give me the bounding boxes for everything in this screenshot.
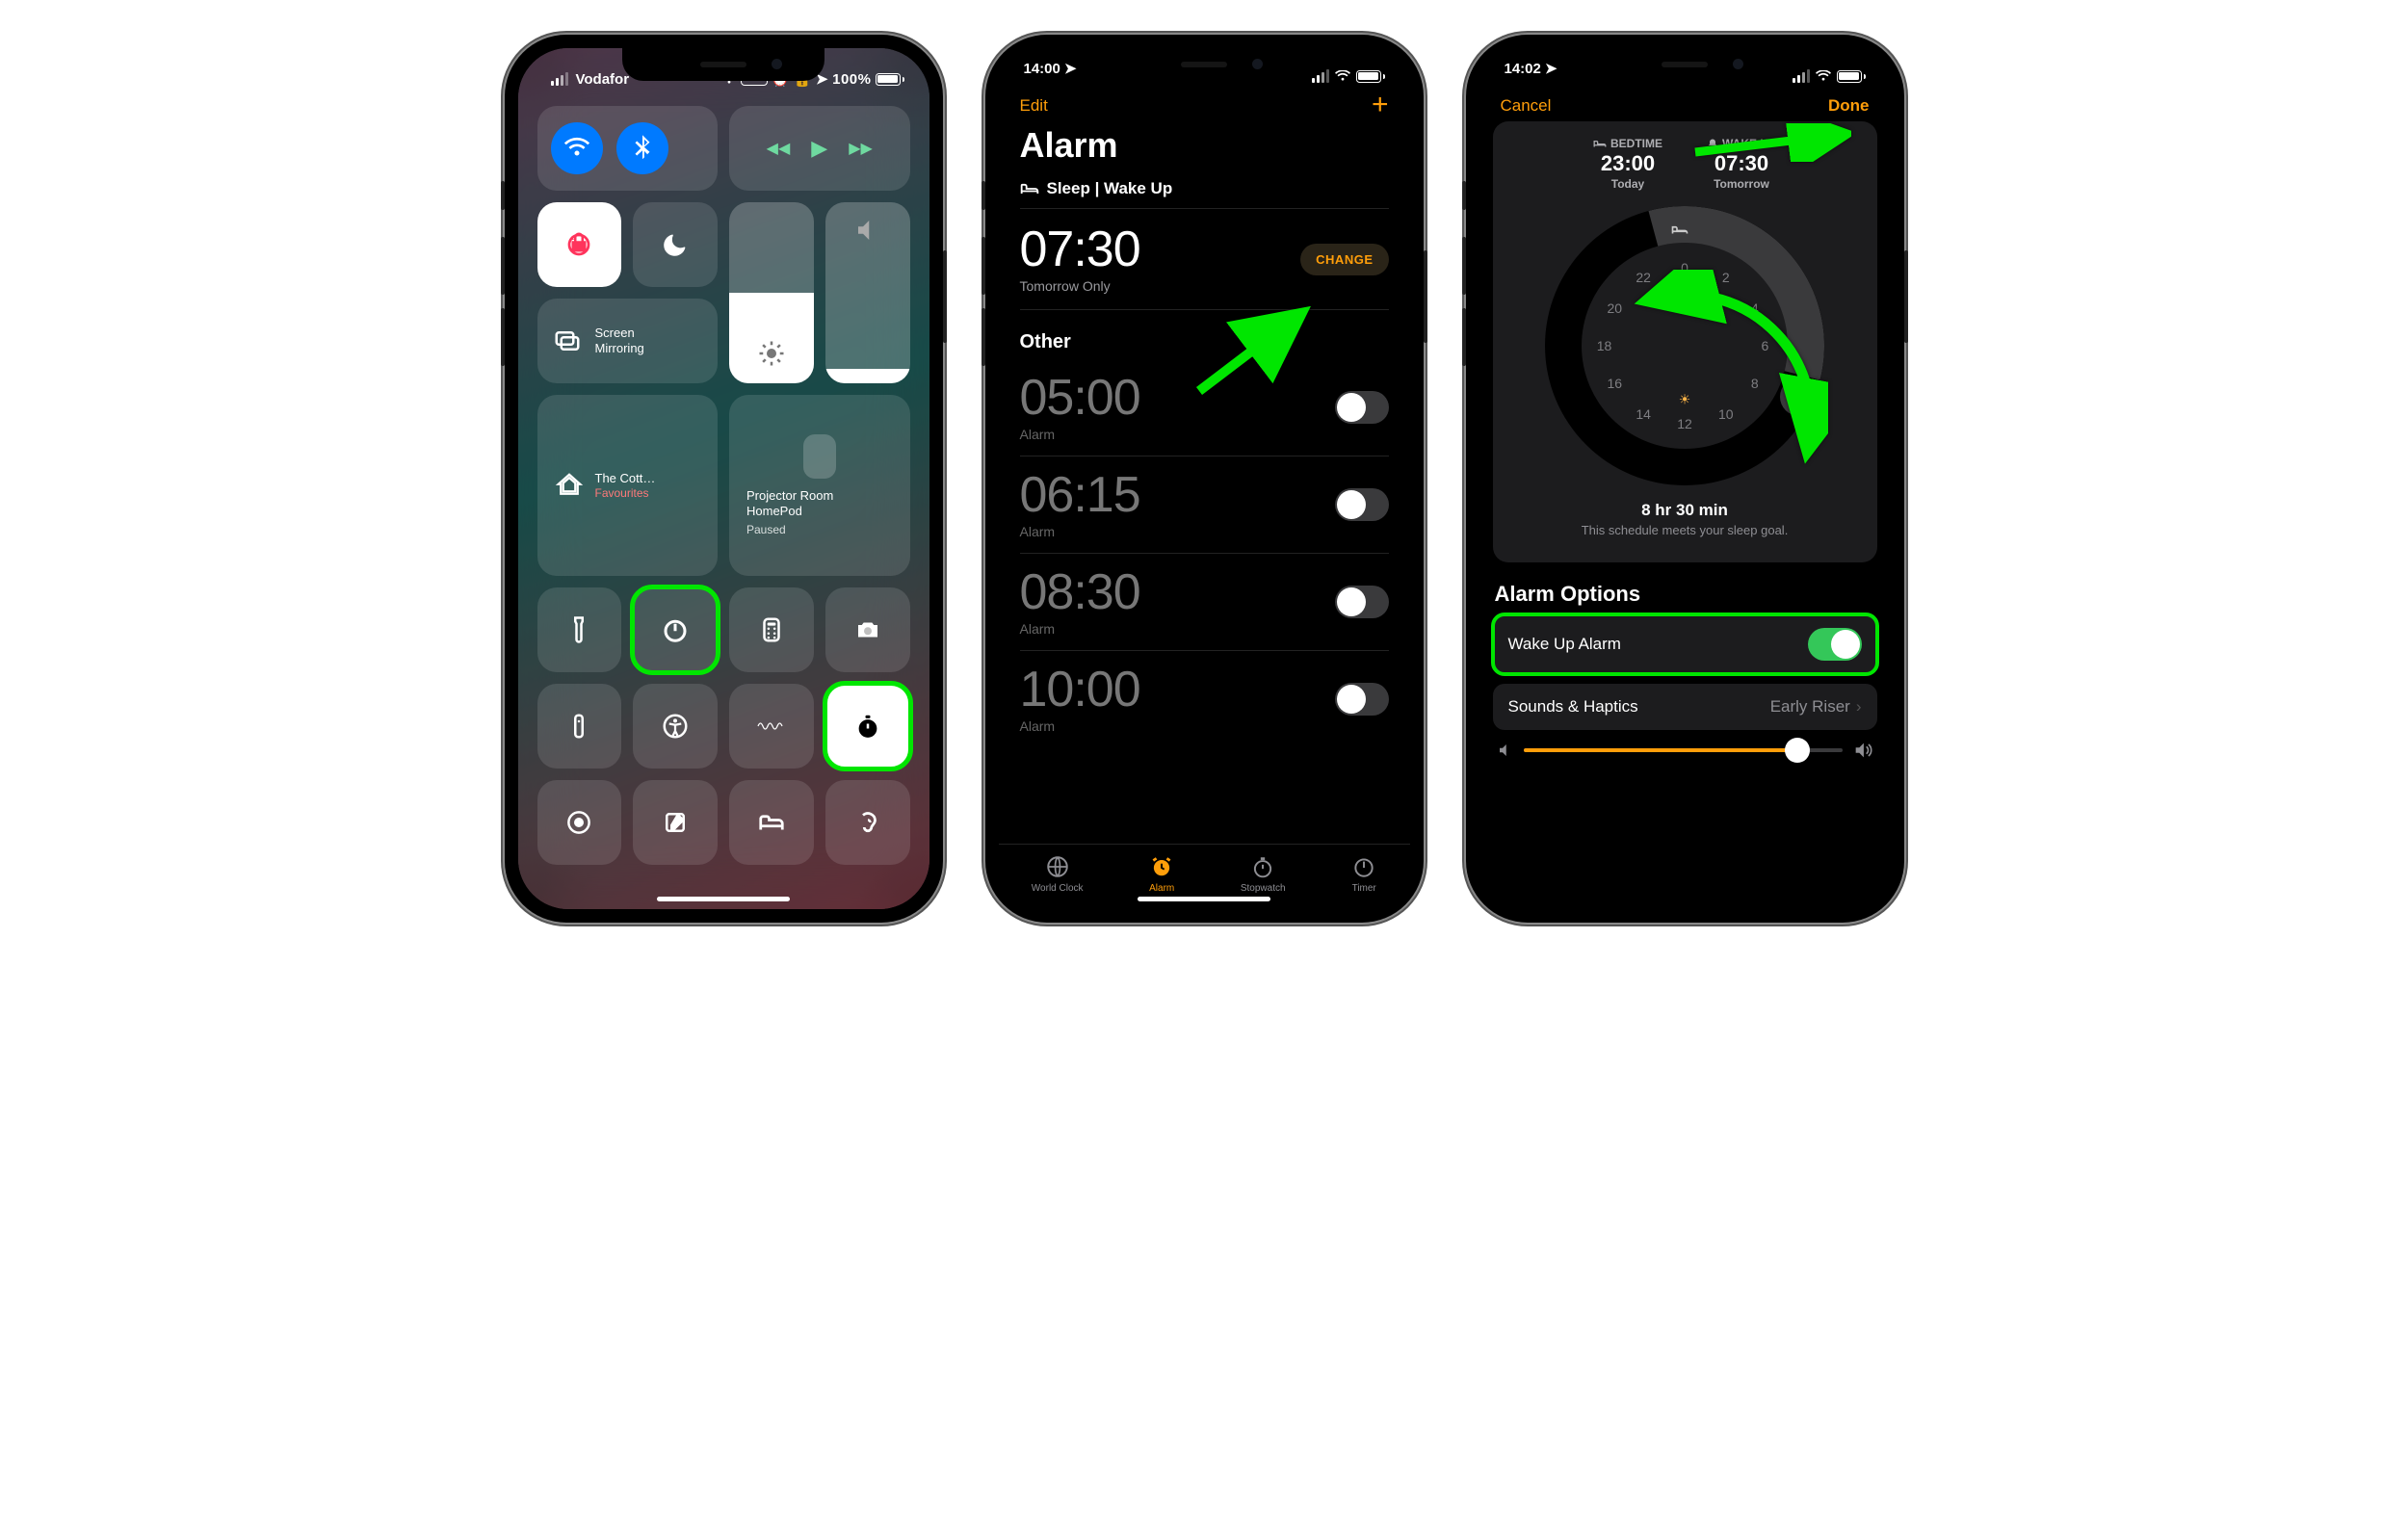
alarm-row[interactable]: 06:15Alarm: [1020, 456, 1389, 554]
bedtime-column: BEDTIME 23:00 Today: [1593, 137, 1662, 191]
do-not-disturb-tile[interactable]: [633, 202, 718, 287]
alarm-toggle[interactable]: [1335, 683, 1389, 716]
volume-slider[interactable]: [1524, 748, 1843, 752]
iphone-control-center: Vodafor VPN ⏰ 🔒 ➤ 100%: [505, 35, 943, 923]
rewind-icon[interactable]: ◀◀: [767, 139, 791, 158]
iphone-bedtime-edit: 14:02 ➤ Cancel Done BEDTIME: [1466, 35, 1904, 923]
alarm-toggle[interactable]: [1335, 391, 1389, 424]
battery-percent: 100%: [832, 71, 871, 88]
battery-icon: [876, 73, 904, 86]
calculator-tile[interactable]: [729, 587, 814, 672]
bluetooth-toggle[interactable]: [616, 122, 668, 174]
tab-stopwatch[interactable]: Stopwatch: [1241, 854, 1286, 894]
duration-label: 8 hr 30 min: [1493, 501, 1877, 520]
volume-slider[interactable]: [825, 202, 910, 383]
volume-row[interactable]: [1479, 730, 1891, 761]
screen-record-tile[interactable]: [537, 780, 622, 865]
orientation-lock-tile[interactable]: [537, 202, 622, 287]
tab-world-clock[interactable]: World Clock: [1032, 854, 1084, 894]
iphone-alarm-list: 14:00 ➤ Edit + Alarm Sleep | Wake Up: [985, 35, 1424, 923]
bedtime-tile[interactable]: [729, 780, 814, 865]
wifi-icon: [1335, 70, 1350, 82]
camera-tile[interactable]: [825, 587, 910, 672]
voice-memos-tile[interactable]: [729, 684, 814, 769]
annotation-curved-arrow: [1616, 270, 1828, 486]
timer-tile[interactable]: [633, 587, 718, 672]
cancel-button[interactable]: Cancel: [1501, 96, 1552, 116]
play-icon[interactable]: ▶: [811, 136, 827, 161]
change-button[interactable]: CHANGE: [1300, 244, 1388, 275]
sleep-section-header: Sleep | Wake Up: [1020, 175, 1389, 209]
wake-up-alarm-toggle[interactable]: [1808, 628, 1862, 661]
done-button[interactable]: Done: [1828, 96, 1870, 116]
wake-subtitle: Tomorrow Only: [1020, 278, 1140, 294]
volume-low-icon: [1497, 742, 1514, 759]
forward-icon[interactable]: ▶▶: [849, 139, 873, 158]
screen-mirroring-tile[interactable]: Screen Mirroring: [537, 299, 719, 383]
notes-tile[interactable]: [633, 780, 718, 865]
alarm-options-header: Alarm Options: [1479, 562, 1891, 614]
media-controls-tile[interactable]: ◀◀ ▶ ▶▶: [729, 106, 910, 191]
accessibility-tile[interactable]: [633, 684, 718, 769]
tab-alarm[interactable]: Alarm: [1149, 854, 1174, 894]
chevron-right-icon: ›: [1856, 697, 1862, 717]
wifi-icon: [1816, 70, 1831, 82]
battery-icon: [1837, 70, 1866, 83]
goal-message: This schedule meets your sleep goal.: [1493, 523, 1877, 537]
bedtime-icon: [1593, 139, 1607, 148]
wifi-toggle[interactable]: [551, 122, 603, 174]
page-title: Alarm: [999, 117, 1410, 175]
alarm-toggle[interactable]: [1335, 488, 1389, 521]
annotation-arrow: [1190, 304, 1315, 405]
edit-button[interactable]: Edit: [1020, 96, 1048, 116]
cellular-signal-icon: [551, 72, 568, 86]
alarm-toggle[interactable]: [1335, 586, 1389, 618]
add-alarm-button[interactable]: +: [1372, 96, 1389, 116]
hearing-tile[interactable]: [825, 780, 910, 865]
connectivity-tile[interactable]: [537, 106, 719, 191]
volume-high-icon: [1852, 740, 1873, 761]
sounds-haptics-row[interactable]: Sounds & Haptics Early Riser›: [1493, 684, 1877, 730]
cellular-signal-icon: [1312, 69, 1329, 83]
brightness-slider[interactable]: [729, 202, 814, 383]
stopwatch-tile[interactable]: [825, 684, 910, 769]
homepod-tile[interactable]: Projector Room HomePod Paused: [729, 395, 910, 576]
flashlight-tile[interactable]: [537, 587, 622, 672]
homekit-favourite-tile[interactable]: The Cott… Favourites: [537, 395, 719, 576]
tab-timer[interactable]: Timer: [1351, 854, 1376, 894]
cellular-signal-icon: [1793, 69, 1810, 83]
annotation-arrow: [1688, 123, 1851, 167]
carrier-name: Vodafor: [576, 71, 630, 88]
battery-icon: [1356, 70, 1385, 83]
status-time: 14:00: [1024, 61, 1060, 77]
alarm-row[interactable]: 10:00Alarm: [1020, 651, 1389, 747]
homekit-fav-label: Favourites: [595, 486, 656, 500]
apple-tv-remote-tile[interactable]: [537, 684, 622, 769]
wake-up-alarm-row[interactable]: Wake Up Alarm: [1493, 614, 1877, 674]
wake-time: 07:30: [1020, 224, 1140, 274]
status-time: 14:02: [1505, 61, 1541, 77]
alarm-row[interactable]: 08:30Alarm: [1020, 554, 1389, 651]
